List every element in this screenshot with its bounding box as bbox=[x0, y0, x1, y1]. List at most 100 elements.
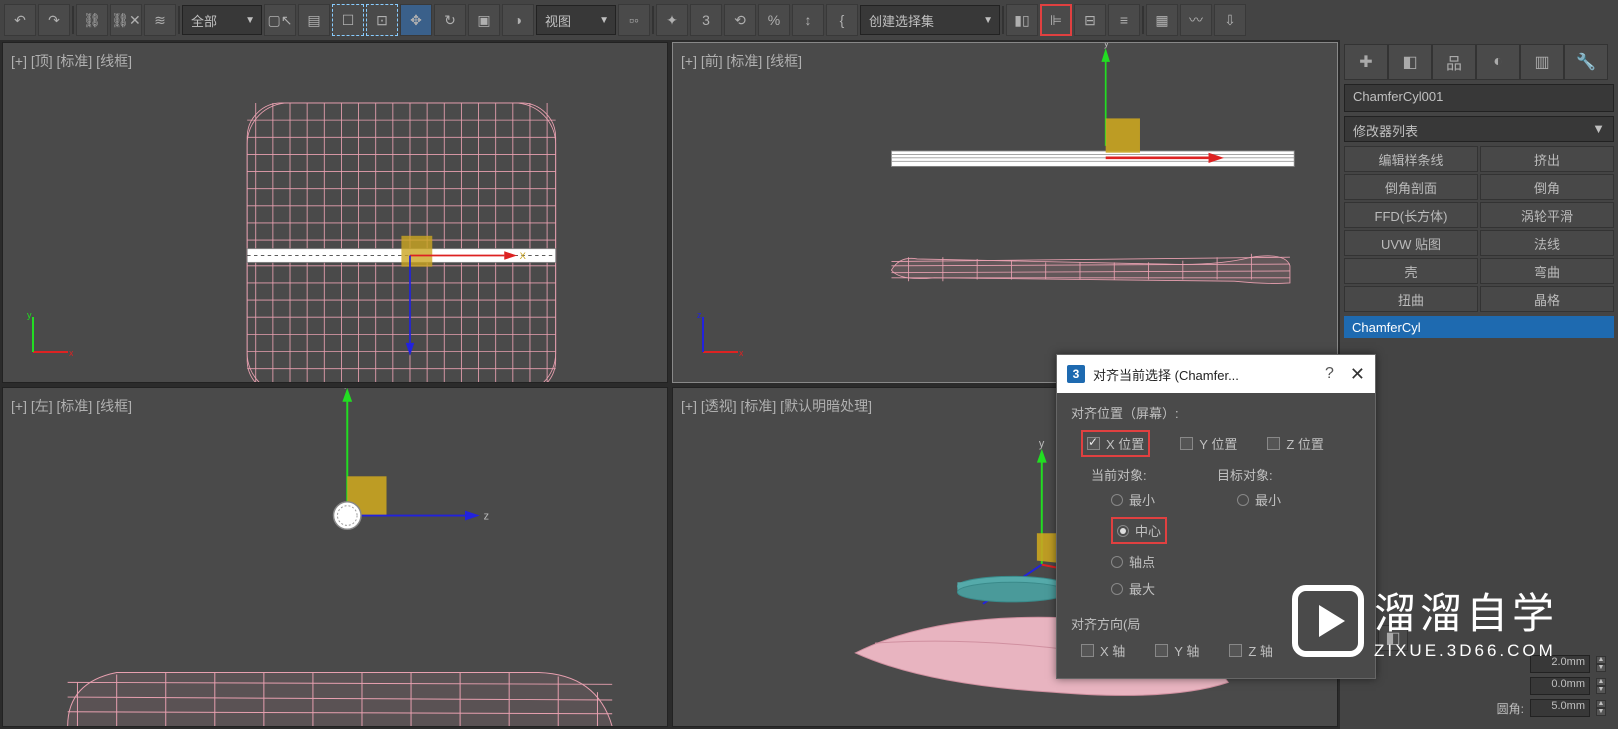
utilities-tab-icon[interactable]: 🔧 bbox=[1564, 44, 1608, 80]
svg-text:z: z bbox=[697, 312, 702, 320]
svg-text:x: x bbox=[69, 348, 73, 358]
modifier-button[interactable]: 编辑样条线 bbox=[1344, 146, 1478, 172]
viewport-left[interactable]: [+] [左] [标准] [线框] y z bbox=[2, 387, 668, 728]
viewport-top-label: [+] [顶] [标准] [线框] bbox=[11, 51, 132, 71]
current-min-radio[interactable]: 最小 bbox=[1111, 490, 1167, 509]
selection-filter-select[interactable]: 全部▼ bbox=[182, 5, 262, 35]
link-icon[interactable]: ⛓ bbox=[76, 4, 108, 36]
dope-sheet-icon[interactable]: 〰 bbox=[1180, 4, 1212, 36]
undo-icon[interactable]: ↶ bbox=[4, 4, 36, 36]
viewport-persp-label: [+] [透视] [标准] [默认明暗处理] bbox=[681, 396, 872, 416]
divider bbox=[178, 6, 180, 34]
named-selection-set-label: 创建选择集 bbox=[869, 11, 934, 30]
svg-text:y: y bbox=[27, 312, 32, 320]
help-button[interactable]: ? bbox=[1325, 365, 1334, 383]
axis-indicator-icon: xz bbox=[693, 312, 743, 362]
watermark: 溜溜自学 ZIXUE.3D66.COM bbox=[1292, 580, 1558, 661]
manipulate-icon[interactable]: ✦ bbox=[656, 4, 688, 36]
create-tab-icon[interactable]: ✚ bbox=[1344, 44, 1388, 80]
layer-explorer-icon[interactable]: ⊟ bbox=[1074, 4, 1106, 36]
svg-text:z: z bbox=[484, 510, 489, 522]
viewport-left-label: [+] [左] [标准] [线框] bbox=[11, 396, 132, 416]
watermark-cn: 溜溜自学 bbox=[1374, 580, 1558, 641]
target-object-label: 目标对象: bbox=[1217, 465, 1281, 484]
divider bbox=[72, 6, 74, 34]
modifier-button[interactable]: FFD(长方体) bbox=[1344, 202, 1478, 228]
modifier-stack-item[interactable]: ChamferCyl bbox=[1344, 316, 1614, 338]
rotate-icon[interactable]: ↻ bbox=[434, 4, 466, 36]
divider bbox=[1142, 6, 1144, 34]
unlink-icon[interactable]: ⛓✕ bbox=[110, 4, 142, 36]
modifier-button[interactable]: 倒角 bbox=[1480, 174, 1614, 200]
redo-icon[interactable]: ↷ bbox=[38, 4, 70, 36]
current-center-radio[interactable]: 中心 bbox=[1117, 521, 1161, 540]
ref-coord-label: 视图 bbox=[545, 11, 571, 30]
snap-toggle-icon[interactable]: 3 bbox=[690, 4, 722, 36]
angle-snap-icon[interactable]: ⟲ bbox=[724, 4, 756, 36]
main-toolbar: ↶ ↷ ⛓ ⛓✕ ≋ 全部▼ ▢↖ ▤ ☐ ⊡ ✥ ↻ ▣ ◑ 视图▼ ▫◦ ✦… bbox=[0, 0, 1618, 40]
schematic-view-icon[interactable]: ⇩ bbox=[1214, 4, 1246, 36]
modifier-button[interactable]: UVW 贴图 bbox=[1344, 230, 1478, 256]
named-selection-set-select[interactable]: 创建选择集▼ bbox=[860, 5, 1000, 35]
placement-icon[interactable]: ◑ bbox=[502, 4, 534, 36]
align-icon[interactable]: ⊫ bbox=[1040, 4, 1072, 36]
svg-text:y: y bbox=[1039, 437, 1045, 449]
axis-indicator-icon: xy bbox=[23, 312, 73, 362]
window-crossing-icon[interactable]: ⊡ bbox=[366, 4, 398, 36]
modifier-button[interactable]: 壳 bbox=[1344, 258, 1478, 284]
select-by-name-icon[interactable]: ▤ bbox=[298, 4, 330, 36]
modifier-button[interactable]: 扭曲 bbox=[1344, 286, 1478, 312]
z-position-check[interactable]: Z 位置 bbox=[1267, 434, 1324, 453]
curve-editor-icon[interactable]: ▦ bbox=[1146, 4, 1178, 36]
modifier-button[interactable]: 晶格 bbox=[1480, 286, 1614, 312]
dialog-titlebar[interactable]: 3 对齐当前选择 (Chamfer... ? ✕ bbox=[1057, 355, 1375, 393]
rectangle-region-icon[interactable]: ☐ bbox=[332, 4, 364, 36]
target-min-radio[interactable]: 最小 bbox=[1237, 490, 1281, 509]
svg-text:x: x bbox=[739, 348, 743, 358]
viewport-top[interactable]: [+] [顶] [标准] [线框] X bbox=[2, 42, 668, 383]
mirror-icon[interactable]: ▮▯ bbox=[1006, 4, 1038, 36]
bind-space-warp-icon[interactable]: ≋ bbox=[144, 4, 176, 36]
close-button[interactable]: ✕ bbox=[1350, 364, 1365, 385]
scale-icon[interactable]: ▣ bbox=[468, 4, 500, 36]
z-axis-check[interactable]: Z 轴 bbox=[1229, 641, 1273, 660]
spinner-snap-icon[interactable]: ↕ bbox=[792, 4, 824, 36]
fillet-spinner[interactable]: 圆角:5.0mm▲▼ bbox=[1352, 699, 1606, 717]
motion-tab-icon[interactable]: ◐ bbox=[1476, 44, 1520, 80]
use-pivot-center-icon[interactable]: ▫◦ bbox=[618, 4, 650, 36]
svg-text:y: y bbox=[344, 388, 350, 389]
current-object-label: 当前对象: bbox=[1091, 465, 1167, 484]
named-sel-icon[interactable]: { bbox=[826, 4, 858, 36]
cp-tabs: ✚ ◧ 品 ◐ ▥ 🔧 bbox=[1344, 44, 1614, 80]
modifier-button[interactable]: 倒角剖面 bbox=[1344, 174, 1478, 200]
modify-tab-icon[interactable]: ◧ bbox=[1388, 44, 1432, 80]
toggle-scene-explorer-icon[interactable]: ≡ bbox=[1108, 4, 1140, 36]
x-position-check[interactable]: X 位置 bbox=[1087, 434, 1144, 453]
x-axis-check[interactable]: X 轴 bbox=[1081, 641, 1125, 660]
modifier-button[interactable]: 挤出 bbox=[1480, 146, 1614, 172]
object-name-field[interactable]: ChamferCyl001 bbox=[1344, 84, 1614, 112]
hierarchy-tab-icon[interactable]: 品 bbox=[1432, 44, 1476, 80]
viewport-front-label: [+] [前] [标准] [线框] bbox=[681, 51, 802, 71]
current-max-radio[interactable]: 最大 bbox=[1111, 579, 1167, 598]
move-icon[interactable]: ✥ bbox=[400, 4, 432, 36]
percent-snap-icon[interactable]: % bbox=[758, 4, 790, 36]
svg-text:y: y bbox=[1104, 43, 1109, 48]
modifier-button[interactable]: 涡轮平滑 bbox=[1480, 202, 1614, 228]
select-object-icon[interactable]: ▢↖ bbox=[264, 4, 296, 36]
dialog-title-text: 对齐当前选择 (Chamfer... bbox=[1093, 365, 1239, 384]
modifier-list-dropdown[interactable]: 修改器列表 ▼ bbox=[1344, 116, 1614, 142]
y-position-check[interactable]: Y 位置 bbox=[1180, 434, 1237, 453]
selection-filter-label: 全部 bbox=[191, 11, 217, 30]
modifier-button[interactable]: 法线 bbox=[1480, 230, 1614, 256]
app-icon: 3 bbox=[1067, 365, 1085, 383]
divider bbox=[652, 6, 654, 34]
ref-coord-select[interactable]: 视图▼ bbox=[536, 5, 616, 35]
viewport-front[interactable]: [+] [前] [标准] [线框] y xz bbox=[672, 42, 1338, 383]
modifier-button[interactable]: 弯曲 bbox=[1480, 258, 1614, 284]
display-tab-icon[interactable]: ▥ bbox=[1520, 44, 1564, 80]
y-axis-check[interactable]: Y 轴 bbox=[1155, 641, 1199, 660]
current-pivot-radio[interactable]: 轴点 bbox=[1111, 552, 1167, 571]
watermark-play-icon bbox=[1292, 585, 1364, 657]
param-spinner[interactable]: 0.0mm▲▼ bbox=[1352, 677, 1606, 695]
